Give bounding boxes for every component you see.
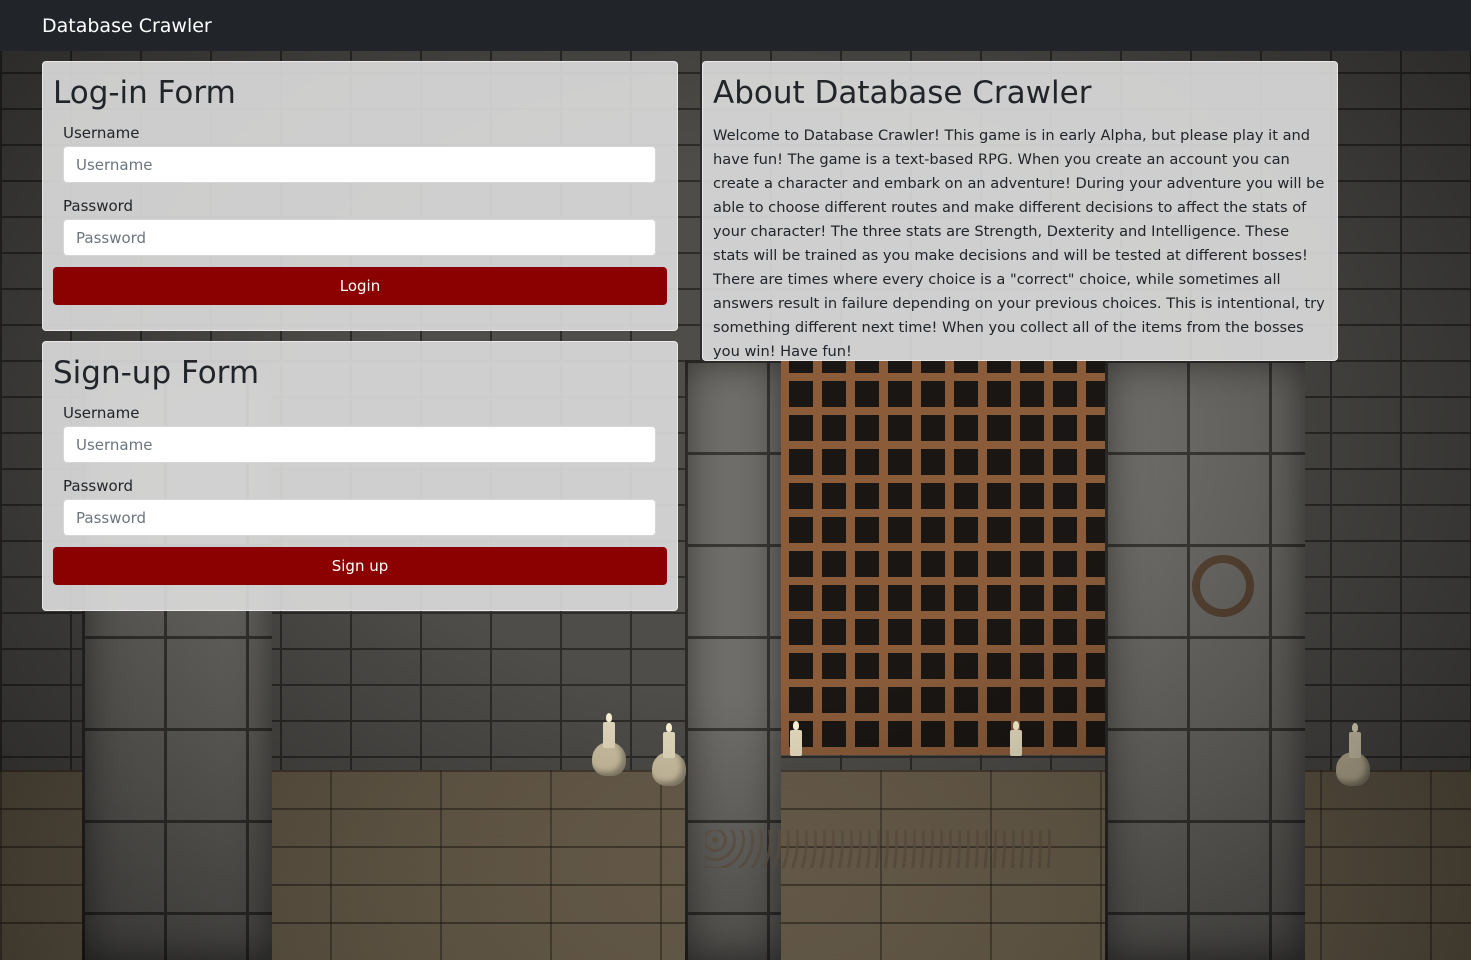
login-username-input[interactable] [63, 146, 656, 183]
login-button[interactable]: Login [53, 267, 667, 305]
signup-username-label: Username [63, 404, 140, 422]
navbar-brand-link[interactable]: Database Crawler [42, 15, 212, 37]
signup-password-label: Password [63, 477, 134, 495]
signup-username-input[interactable] [63, 426, 656, 463]
login-username-group: Username [53, 124, 667, 183]
login-username-label: Username [63, 124, 140, 142]
signup-password-input[interactable] [63, 499, 656, 536]
about-title: About Database Crawler [713, 75, 1092, 111]
signup-button[interactable]: Sign up [53, 547, 667, 585]
login-password-label: Password [63, 197, 134, 215]
signup-form-card: Sign-up Form Username Password Sign up [42, 341, 678, 611]
login-form-card: Log-in Form Username Password Login [42, 61, 678, 331]
login-password-input[interactable] [63, 219, 656, 256]
about-description: Welcome to Database Crawler! This game i… [713, 127, 1325, 360]
signup-username-group: Username [53, 404, 667, 463]
signup-password-group: Password [53, 477, 667, 536]
top-navbar: Database Crawler [0, 0, 1471, 51]
about-card: About Database Crawler Welcome to Databa… [702, 61, 1338, 361]
login-password-group: Password [53, 197, 667, 256]
signup-form-title: Sign-up Form [53, 355, 260, 391]
login-form-title: Log-in Form [53, 75, 236, 111]
